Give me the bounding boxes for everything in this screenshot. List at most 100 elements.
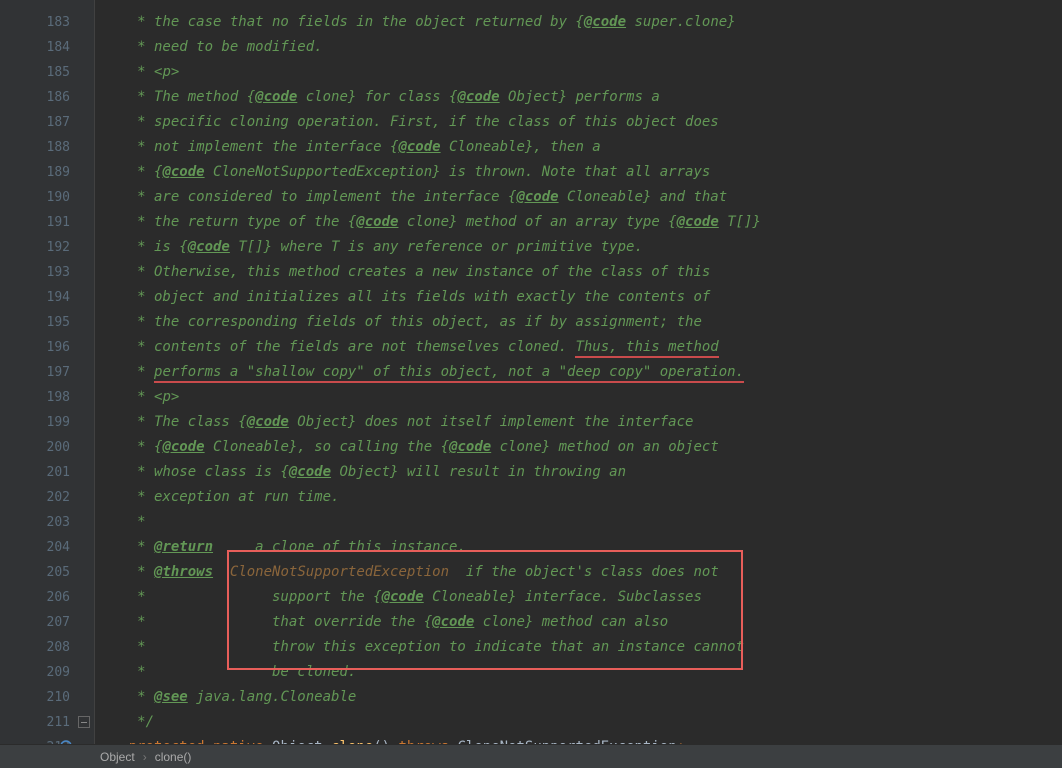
token-doc: * The class { bbox=[95, 414, 247, 430]
gutter-line-number: 193 bbox=[0, 260, 94, 285]
code-line[interactable]: * contents of the fields are not themsel… bbox=[95, 335, 1062, 360]
token-tag: @code bbox=[398, 139, 440, 155]
code-line[interactable]: * whose class is {@code Object} will res… bbox=[95, 460, 1062, 485]
token-doc: * { bbox=[95, 439, 162, 455]
code-line[interactable]: * throw this exception to indicate that … bbox=[95, 635, 1062, 660]
token-doc: * bbox=[95, 514, 146, 530]
code-line[interactable]: */ bbox=[95, 710, 1062, 735]
token-doc: * object and initializes all its fields … bbox=[95, 289, 710, 305]
token-tag: @throws bbox=[154, 564, 213, 580]
token-tag: @code bbox=[432, 614, 474, 630]
gutter-line-number: 198 bbox=[0, 385, 94, 410]
token-doc: * whose class is { bbox=[95, 464, 289, 480]
gutter-line-number: 186 bbox=[0, 85, 94, 110]
gutter-line-number: 197 bbox=[0, 360, 94, 385]
code-line[interactable]: * is {@code T[]} where T is any referenc… bbox=[95, 235, 1062, 260]
token-doc: Object} does not itself implement the in… bbox=[289, 414, 694, 430]
token-doc: Cloneable}, then a bbox=[441, 139, 601, 155]
token-doc: Object} performs a bbox=[500, 89, 660, 105]
token-tag: @code bbox=[516, 189, 558, 205]
code-line[interactable]: * The class {@code Object} does not itse… bbox=[95, 410, 1062, 435]
token-doc: * The method { bbox=[95, 89, 255, 105]
token-doc: */ bbox=[95, 714, 154, 730]
code-line[interactable]: * specific cloning operation. First, if … bbox=[95, 110, 1062, 135]
token-tag: @see bbox=[154, 689, 188, 705]
token-tag: @code bbox=[162, 439, 204, 455]
code-pane[interactable]: * the case that no fields in the object … bbox=[95, 0, 1062, 744]
token-param: CloneNotSupportedException bbox=[230, 564, 449, 580]
token-doc: * are considered to implement the interf… bbox=[95, 189, 516, 205]
token-tag: @code bbox=[162, 164, 204, 180]
token-doc: * { bbox=[95, 164, 162, 180]
token-doc: Thus, this method bbox=[575, 339, 718, 358]
breadcrumbs-bar: Object › clone() bbox=[0, 744, 1062, 768]
code-line[interactable]: * the return type of the {@code clone} m… bbox=[95, 210, 1062, 235]
token-doc: * Otherwise, this method creates a new i… bbox=[95, 264, 710, 280]
code-line[interactable]: * @throws CloneNotSupportedException if … bbox=[95, 560, 1062, 585]
code-line[interactable]: * are considered to implement the interf… bbox=[95, 185, 1062, 210]
breadcrumb-separator: › bbox=[143, 750, 147, 764]
token-doc: * bbox=[95, 64, 154, 80]
token-doc: clone} method can also bbox=[474, 614, 668, 630]
gutter-line-number: 207 bbox=[0, 610, 94, 635]
gutter-line-number: 184 bbox=[0, 35, 94, 60]
token-doc: performs a "shallow copy" of this object… bbox=[154, 364, 744, 383]
token-doc: if the object's class does not bbox=[449, 564, 719, 580]
code-line[interactable]: * {@code CloneNotSupportedException} is … bbox=[95, 160, 1062, 185]
gutter-line-number: 194 bbox=[0, 285, 94, 310]
code-line[interactable]: * {@code Cloneable}, so calling the {@co… bbox=[95, 435, 1062, 460]
code-line[interactable]: * the corresponding fields of this objec… bbox=[95, 310, 1062, 335]
gutter-line-number: 183 bbox=[0, 10, 94, 35]
token-doc: * contents of the fields are not themsel… bbox=[95, 339, 575, 355]
token-tag: @code bbox=[356, 214, 398, 230]
gutter-line-number: 187 bbox=[0, 110, 94, 135]
gutter-line-number: 201 bbox=[0, 460, 94, 485]
token-doc: * not implement the interface { bbox=[95, 139, 398, 155]
token-tag: @code bbox=[449, 439, 491, 455]
token-tag: @code bbox=[188, 239, 230, 255]
token-doc: T[]} bbox=[719, 214, 761, 230]
gutter-line-number: 192 bbox=[0, 235, 94, 260]
fold-toggle-icon[interactable] bbox=[78, 716, 90, 728]
code-line[interactable]: * support the {@code Cloneable} interfac… bbox=[95, 585, 1062, 610]
gutter-line-number: 209 bbox=[0, 660, 94, 685]
code-line[interactable]: * <p> bbox=[95, 385, 1062, 410]
token-tag: @code bbox=[382, 589, 424, 605]
token-htmltag: <p> bbox=[154, 389, 179, 405]
code-line[interactable]: * @see java.lang.Cloneable bbox=[95, 685, 1062, 710]
token-tag: @return bbox=[154, 539, 213, 555]
gutter-line-number: 210 bbox=[0, 685, 94, 710]
code-line[interactable]: * object and initializes all its fields … bbox=[95, 285, 1062, 310]
token-doc: * throw this exception to indicate that … bbox=[95, 639, 744, 655]
code-line[interactable]: * @return a clone of this instance. bbox=[95, 535, 1062, 560]
code-line[interactable]: * be cloned. bbox=[95, 660, 1062, 685]
code-line[interactable]: * that override the {@code clone} method… bbox=[95, 610, 1062, 635]
breadcrumb-item[interactable]: Object bbox=[100, 750, 135, 764]
code-line[interactable]: * Otherwise, this method creates a new i… bbox=[95, 260, 1062, 285]
token-doc: * exception at run time. bbox=[95, 489, 339, 505]
gutter-line-number: 208 bbox=[0, 635, 94, 660]
code-line[interactable]: * <p> bbox=[95, 60, 1062, 85]
breadcrumb-item[interactable]: clone() bbox=[155, 750, 192, 764]
code-line[interactable]: * bbox=[95, 510, 1062, 535]
token-htmltag: <p> bbox=[154, 64, 179, 80]
token-tag: @code bbox=[677, 214, 719, 230]
token-tag: @code bbox=[457, 89, 499, 105]
token-doc: * bbox=[95, 364, 154, 380]
code-line[interactable]: * need to be modified. bbox=[95, 35, 1062, 60]
code-line[interactable]: * not implement the interface {@code Clo… bbox=[95, 135, 1062, 160]
gutter-line-number: 199 bbox=[0, 410, 94, 435]
token-doc: * support the { bbox=[95, 589, 382, 605]
gutter-line-number: 204 bbox=[0, 535, 94, 560]
token-doc: Cloneable} and that bbox=[559, 189, 728, 205]
code-line[interactable]: * performs a "shallow copy" of this obje… bbox=[95, 360, 1062, 385]
gutter-line-number: 191 bbox=[0, 210, 94, 235]
token-doc: super.clone} bbox=[626, 14, 736, 30]
editor-area: 1831841851861871881891901911921931941951… bbox=[0, 0, 1062, 744]
code-line[interactable]: * the case that no fields in the object … bbox=[95, 10, 1062, 35]
token-doc bbox=[213, 564, 230, 580]
code-line[interactable]: * exception at run time. bbox=[95, 485, 1062, 510]
gutter-line-number: 196 bbox=[0, 335, 94, 360]
code-line[interactable]: * The method {@code clone} for class {@c… bbox=[95, 85, 1062, 110]
token-doc: T[]} where T is any reference or primiti… bbox=[230, 239, 643, 255]
